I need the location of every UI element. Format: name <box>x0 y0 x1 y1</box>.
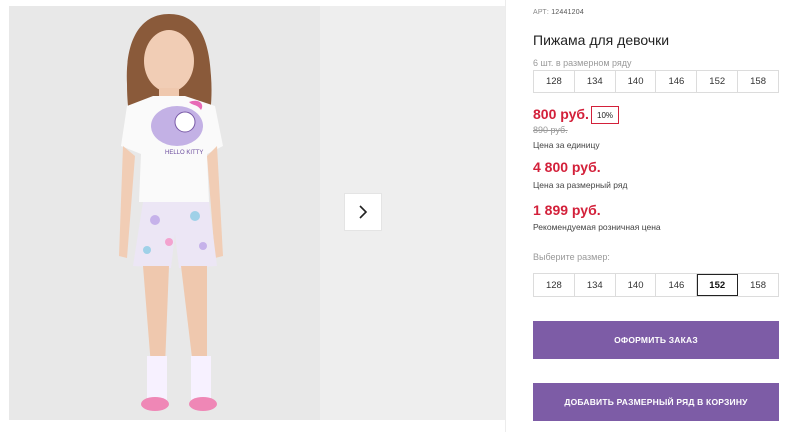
article-label: АРТ: <box>533 9 550 16</box>
unit-price-label: Цена за единицу <box>533 140 600 150</box>
old-price: 890 руб. <box>533 125 568 135</box>
next-image-button[interactable] <box>344 193 382 231</box>
series-price-label: Цена за размерный ряд <box>533 180 628 190</box>
rrp-label: Рекомендуемая розничная цена <box>533 222 661 232</box>
article-number: АРТ: 12441204 <box>533 9 584 16</box>
girl-in-pajamas-illustration: HELLO KITTY <box>9 6 320 420</box>
size-option-140[interactable]: 140 <box>616 274 657 296</box>
choose-size-label: Выберите размер: <box>533 252 610 262</box>
size-option-158[interactable]: 158 <box>738 274 778 296</box>
unit-price: 800 руб. <box>533 106 589 122</box>
add-series-to-cart-button[interactable]: ДОБАВИТЬ РАЗМЕРНЫЙ РЯД В КОРЗИНУ <box>533 383 779 421</box>
size-option-128[interactable]: 128 <box>534 274 575 296</box>
series-size-cell: 158 <box>750 76 766 87</box>
panel-divider <box>505 0 506 432</box>
article-value: 12441204 <box>551 9 584 16</box>
series-size-cell: 140 <box>616 71 657 92</box>
size-option-152[interactable]: 152 <box>697 274 739 296</box>
chevron-right-icon <box>359 205 368 219</box>
series-sizes: 128 134 140 146 152 158 <box>533 70 779 93</box>
series-size-cell: 152 <box>697 71 739 92</box>
svg-text:HELLO KITTY: HELLO KITTY <box>165 150 203 156</box>
product-title: Пижама для девочки <box>533 32 670 48</box>
product-photo[interactable]: HELLO KITTY <box>9 6 320 420</box>
order-button[interactable]: ОФОРМИТЬ ЗАКАЗ <box>533 321 779 359</box>
series-size-cell: 128 <box>534 71 575 92</box>
series-note: 6 шт. в размерном ряду <box>533 58 632 68</box>
size-picker: 128 134 140 146 152 158 <box>533 273 779 297</box>
size-option-134[interactable]: 134 <box>575 274 616 296</box>
rrp-price: 1 899 руб. <box>533 202 601 218</box>
series-size-cell: 146 <box>656 71 698 92</box>
size-option-146[interactable]: 146 <box>656 274 698 296</box>
product-gallery: HELLO KITTY <box>0 0 505 432</box>
discount-badge: 10% <box>591 106 620 124</box>
series-size-cell: 134 <box>575 71 616 92</box>
series-price: 4 800 руб. <box>533 159 601 175</box>
